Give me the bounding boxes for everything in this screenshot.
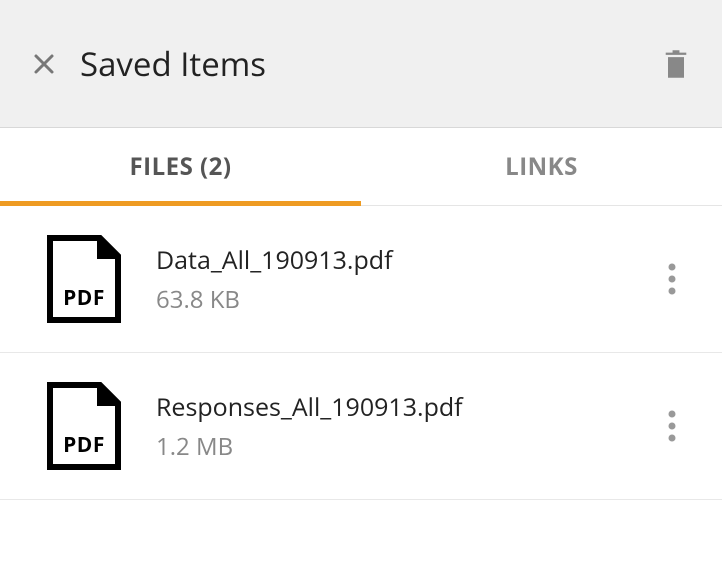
file-info: Data_All_190913.pdf 63.8 KB (156, 243, 652, 316)
file-info: Responses_All_190913.pdf 1.2 MB (156, 390, 652, 463)
file-size: 1.2 MB (156, 430, 652, 463)
file-list: PDF Data_All_190913.pdf 63.8 KB PDF Resp… (0, 206, 722, 500)
tab-files-label: FILES (2) (129, 150, 231, 183)
more-options-button[interactable] (652, 259, 692, 299)
delete-button[interactable] (658, 46, 694, 82)
file-name: Responses_All_190913.pdf (156, 390, 652, 424)
tab-files[interactable]: FILES (2) (0, 128, 361, 205)
panel-header: Saved Items (0, 0, 722, 128)
panel-title: Saved Items (80, 41, 658, 86)
more-vertical-icon (668, 410, 676, 442)
file-type-label: PDF (46, 284, 122, 312)
more-vertical-icon (668, 263, 676, 295)
file-size: 63.8 KB (156, 283, 652, 316)
file-type-icon: PDF (46, 234, 122, 324)
tab-links-label: LINKS (505, 150, 578, 183)
more-options-button[interactable] (652, 406, 692, 446)
file-item[interactable]: PDF Data_All_190913.pdf 63.8 KB (0, 206, 722, 353)
trash-icon (662, 48, 690, 80)
file-type-label: PDF (46, 431, 122, 459)
file-name: Data_All_190913.pdf (156, 243, 652, 277)
file-type-icon: PDF (46, 381, 122, 471)
close-icon (32, 52, 56, 76)
close-button[interactable] (28, 48, 60, 80)
file-item[interactable]: PDF Responses_All_190913.pdf 1.2 MB (0, 353, 722, 500)
tabs-container: FILES (2) LINKS (0, 128, 722, 206)
tab-links[interactable]: LINKS (361, 128, 722, 205)
